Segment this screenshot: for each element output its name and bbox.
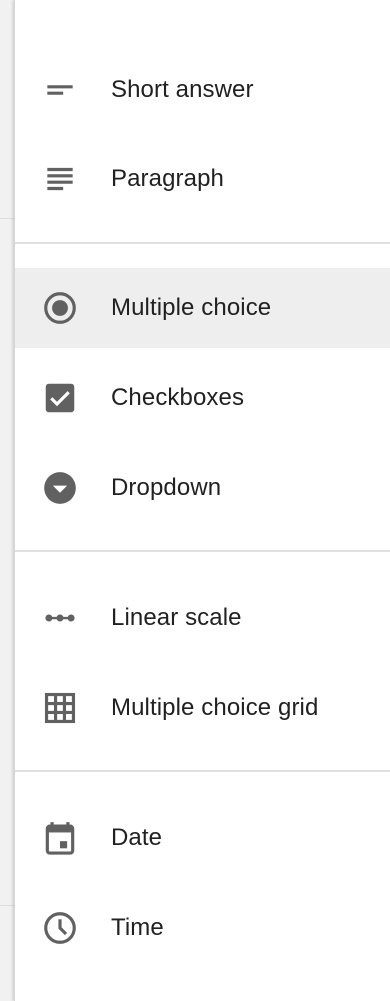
menu-item-multiple-choice-grid[interactable]: Multiple choice grid — [15, 668, 390, 748]
linear-scale-icon — [41, 599, 79, 637]
menu-item-dropdown[interactable]: Dropdown — [15, 448, 390, 528]
calendar-icon — [41, 819, 79, 857]
question-type-menu: Short answer Paragraph Multiple choice C… — [14, 0, 390, 1001]
paragraph-icon — [41, 160, 79, 198]
menu-item-short-answer[interactable]: Short answer — [15, 50, 390, 130]
menu-item-date[interactable]: Date — [15, 798, 390, 878]
backdrop-divider — [0, 218, 14, 219]
menu-item-label: Paragraph — [111, 165, 224, 192]
short-text-icon — [41, 71, 79, 109]
menu-item-label: Dropdown — [111, 474, 222, 501]
menu-divider — [15, 242, 390, 244]
menu-item-label: Short answer — [111, 76, 254, 103]
menu-item-label: Checkboxes — [111, 384, 245, 411]
menu-item-checkboxes[interactable]: Checkboxes — [15, 358, 390, 438]
dropdown-icon — [41, 469, 79, 507]
backdrop-divider — [0, 905, 14, 906]
menu-item-paragraph[interactable]: Paragraph — [15, 139, 390, 219]
menu-item-linear-scale[interactable]: Linear scale — [15, 578, 390, 658]
menu-divider — [15, 550, 390, 552]
menu-item-label: Multiple choice grid — [111, 694, 319, 721]
menu-item-label: Multiple choice — [111, 294, 272, 321]
menu-item-multiple-choice[interactable]: Multiple choice — [15, 268, 390, 348]
radio-button-icon — [41, 289, 79, 327]
menu-item-label: Time — [111, 914, 164, 941]
menu-item-time[interactable]: Time — [15, 888, 390, 968]
checkbox-icon — [41, 379, 79, 417]
grid-icon — [41, 689, 79, 727]
clock-icon — [41, 909, 79, 947]
page-backdrop — [0, 0, 14, 1001]
menu-item-label: Date — [111, 824, 163, 851]
menu-divider — [15, 770, 390, 772]
menu-item-label: Linear scale — [111, 604, 242, 631]
